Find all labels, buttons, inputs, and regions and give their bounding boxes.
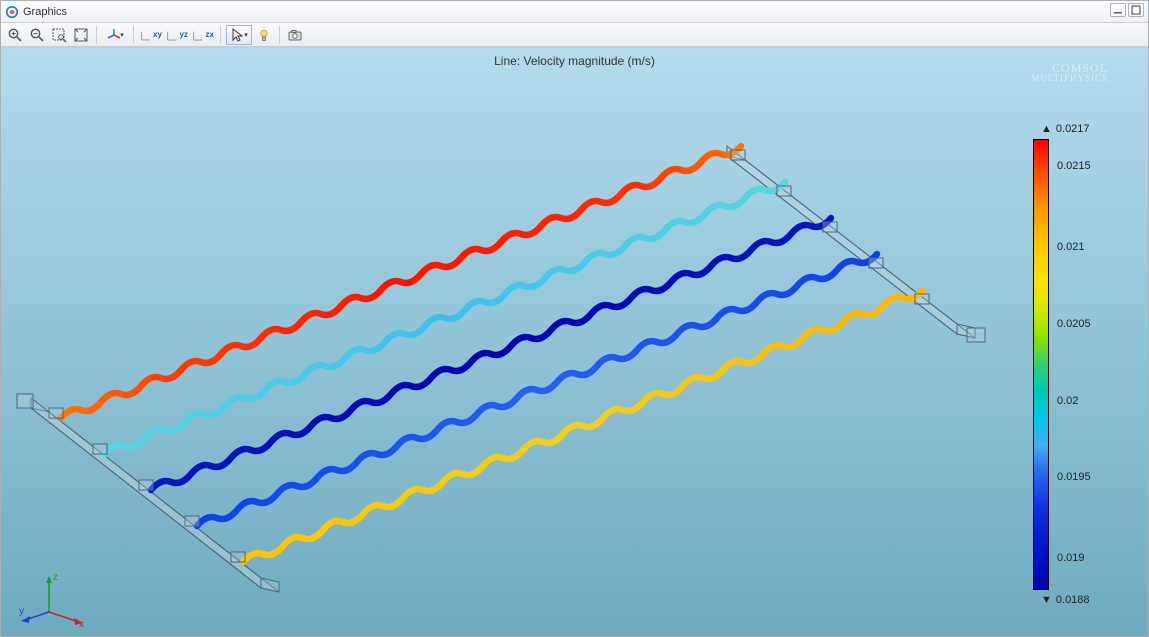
colorbar-tick: 0.0195 (1057, 471, 1091, 483)
window-controls (1110, 3, 1144, 17)
toolbar: ▾ xy yz zx ▾ (1, 23, 1148, 47)
axis-x-label: x (79, 619, 84, 628)
select-button[interactable]: ▾ (226, 25, 252, 45)
minimize-button[interactable] (1110, 3, 1126, 17)
toolbar-separator (96, 26, 97, 44)
colorbar-tick: 0.02 (1057, 395, 1078, 407)
watermark-line2: MULTIPHYSICS (1031, 74, 1108, 83)
dropdown-caret-icon: ▾ (120, 31, 124, 39)
axis-y-label: y (19, 606, 24, 617)
triangle-up-icon: ▲ (1041, 123, 1052, 135)
toolbar-separator (133, 26, 134, 44)
axis-triad: z x y (19, 572, 89, 628)
scene-light-button[interactable] (254, 25, 274, 45)
zoom-out-button[interactable] (27, 25, 47, 45)
colorbar-tick: 0.0205 (1057, 318, 1091, 330)
maximize-button[interactable] (1128, 3, 1144, 17)
channel-3 (151, 218, 831, 490)
colorbar-min-label: 0.0188 (1056, 594, 1090, 606)
zoom-extents-button[interactable] (71, 25, 91, 45)
toolbar-separator (279, 26, 280, 44)
titlebar: Graphics (1, 1, 1148, 23)
colorbar-ticks: 0.0215 0.021 0.0205 0.02 0.0195 0.019 (1057, 139, 1128, 590)
app-icon (5, 5, 19, 19)
colorbar-tick: 0.0215 (1057, 160, 1091, 172)
dropdown-caret-icon: ▾ (244, 31, 248, 39)
window-title: Graphics (23, 6, 67, 18)
go-to-default-view-button[interactable]: ▾ (102, 25, 128, 45)
toolbar-separator (220, 26, 221, 44)
model-plot (1, 68, 1021, 628)
colorbar-max-label: 0.0217 (1056, 123, 1090, 135)
colorbar-gradient (1033, 139, 1049, 590)
graphics-window: Graphics ▾ xy (0, 0, 1149, 637)
axis-z-label: z (53, 572, 58, 583)
image-snapshot-button[interactable] (285, 25, 305, 45)
colorbar-tick: 0.019 (1057, 552, 1085, 564)
graphics-viewport[interactable]: Line: Velocity magnitude (m/s) COMSOL MU… (1, 47, 1148, 636)
triangle-down-icon: ▼ (1041, 594, 1052, 606)
channel-4 (197, 254, 877, 526)
xy-view-button[interactable]: xy (139, 25, 163, 45)
color-legend: ▲ 0.0217 0.0215 0.021 0.0205 0.02 0.0195 0.01… (1033, 123, 1128, 606)
channel-1 (61, 146, 741, 418)
plot-title: Line: Velocity magnitude (m/s) (494, 54, 655, 68)
zoom-box-button[interactable] (49, 25, 69, 45)
yz-view-button[interactable]: yz (165, 25, 189, 45)
channel-5 (243, 290, 923, 562)
colorbar-tick: 0.021 (1057, 241, 1085, 253)
channel-2 (105, 182, 785, 454)
comsol-watermark: COMSOL MULTIPHYSICS (1031, 62, 1108, 83)
zoom-in-button[interactable] (5, 25, 25, 45)
zx-view-button[interactable]: zx (191, 25, 215, 45)
